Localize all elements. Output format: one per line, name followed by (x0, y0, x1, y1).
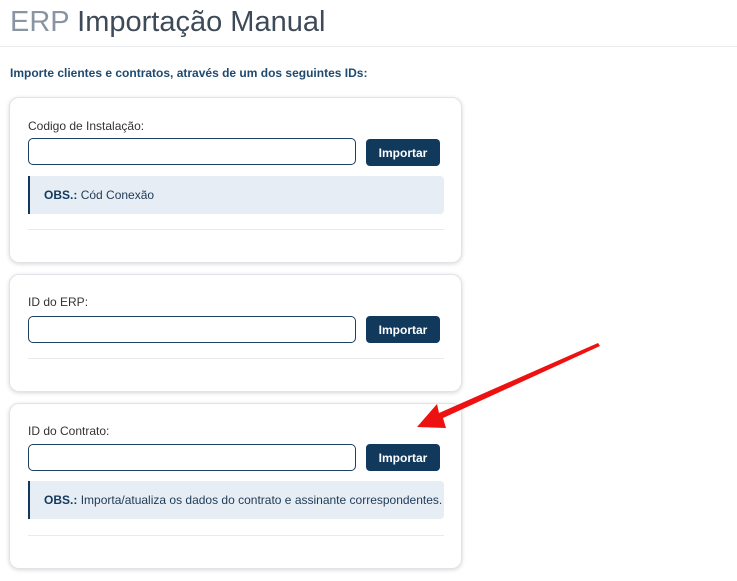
obs-codigo-instalacao: OBS.: Cód Conexão (28, 176, 444, 214)
obs-id-contrato: OBS.: Importa/atualiza os dados do contr… (28, 481, 444, 519)
card-divider (28, 229, 444, 230)
codigo-instalacao-label: Codigo de Instalação: (28, 119, 145, 133)
card-id-contrato: ID do Contrato: Importar OBS.: Importa/a… (9, 403, 462, 569)
importar-id-contrato-button[interactable]: Importar (366, 444, 440, 471)
card-divider (28, 358, 444, 359)
card-divider (28, 535, 444, 536)
obs-text: Cód Conexão (80, 188, 155, 202)
id-erp-label: ID do ERP: (28, 295, 89, 309)
obs-text: Importa/atualiza os dados do contrato e … (80, 493, 443, 507)
obs-label: OBS.: (44, 493, 78, 507)
id-contrato-input[interactable] (28, 444, 356, 471)
obs-label: OBS.: (44, 188, 78, 202)
page-title-prefix: ERP (10, 6, 70, 38)
importar-codigo-instalacao-button[interactable]: Importar (366, 139, 440, 166)
intro-text: Importe clientes e contratos, através de… (10, 66, 368, 80)
card-codigo-instalacao: Codigo de Instalação: Importar OBS.: Cód… (9, 97, 462, 263)
page-title-main: Importação Manual (77, 6, 326, 38)
card-id-erp: ID do ERP: Importar (9, 274, 462, 392)
codigo-instalacao-input[interactable] (28, 138, 356, 165)
page-title: ERP Importação Manual (10, 4, 325, 40)
page-header: ERP Importação Manual (0, 0, 737, 47)
id-contrato-label: ID do Contrato: (28, 424, 110, 438)
id-erp-input[interactable] (28, 316, 356, 343)
importar-id-erp-button[interactable]: Importar (366, 316, 440, 343)
